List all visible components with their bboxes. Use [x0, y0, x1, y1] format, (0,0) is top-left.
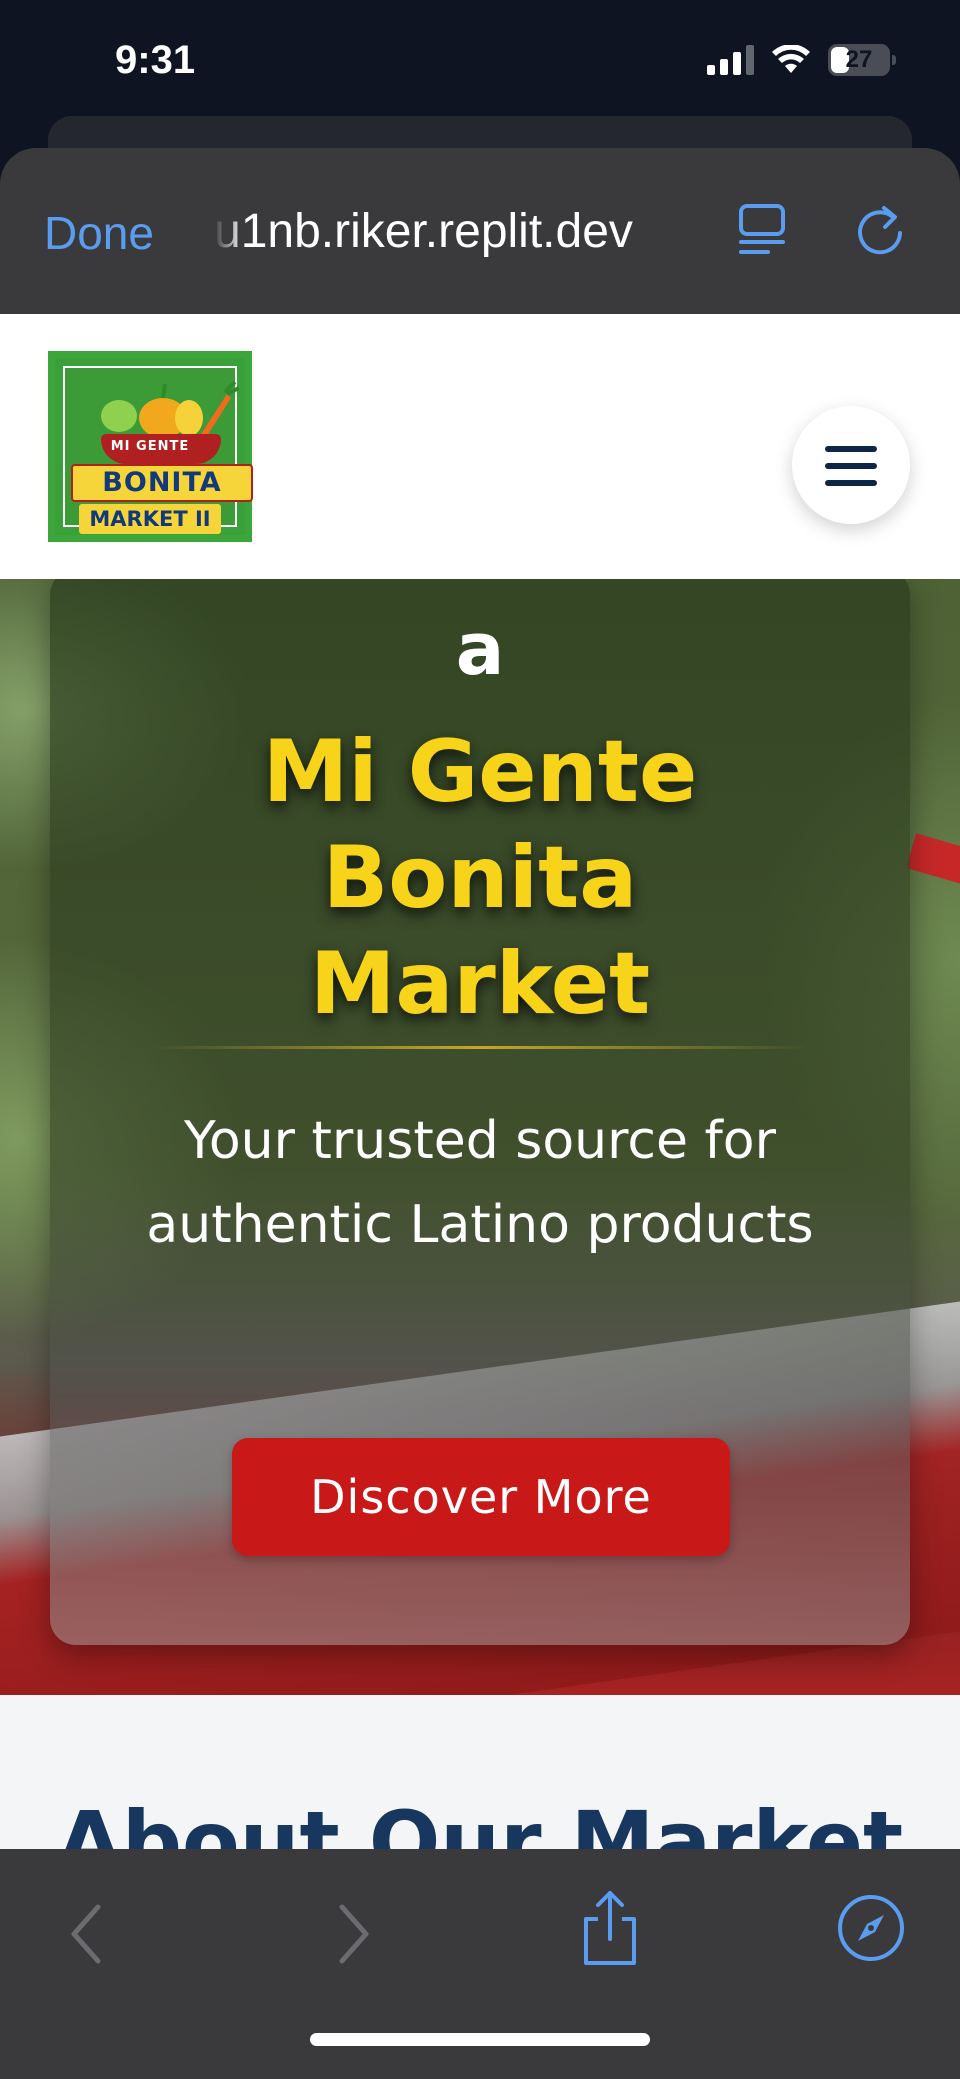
signal-icon — [707, 45, 754, 75]
site-logo[interactable]: MI GENTE BONITA MARKET II — [48, 351, 253, 542]
logo-market: MARKET II — [79, 504, 221, 534]
forward-icon[interactable] — [328, 1899, 378, 1969]
discover-more-button[interactable]: Discover More — [232, 1438, 730, 1556]
vegetables-icon — [101, 380, 239, 438]
reload-icon[interactable] — [854, 200, 908, 260]
done-button[interactable]: Done — [44, 206, 154, 260]
logo-bonita: BONITA — [102, 467, 222, 498]
reader-icon[interactable] — [738, 200, 788, 260]
about-heading: About Our Market — [56, 1793, 904, 1849]
browser-bottom-toolbar — [0, 1849, 960, 2079]
wifi-icon — [772, 45, 810, 73]
battery-icon: 27 — [828, 44, 896, 76]
status-time: 9:31 — [115, 38, 196, 82]
logo-mi-gente: MI GENTE — [110, 439, 190, 454]
browser-toolbar: Done u1nb.riker.replit.dev — [0, 148, 960, 314]
hero-overline: a — [455, 607, 505, 691]
back-icon[interactable] — [62, 1899, 112, 1969]
hamburger-icon — [825, 446, 877, 486]
url-field[interactable]: u1nb.riker.replit.dev — [214, 204, 694, 259]
status-icons: 27 — [707, 44, 896, 76]
url-fade — [214, 204, 244, 264]
status-bar: 9:31 27 — [0, 0, 960, 120]
menu-button[interactable] — [792, 406, 910, 524]
about-section: About Our Market — [0, 1695, 960, 1849]
home-indicator[interactable] — [310, 2033, 650, 2046]
compass-icon[interactable] — [836, 1893, 906, 1963]
hero-title: Mi Gente Bonita Market — [262, 722, 698, 1034]
hero-subtitle: Your trusted source for authentic Latino… — [146, 1111, 814, 1255]
battery-level: 27 — [845, 46, 873, 73]
hero-card: a Mi Gente Bonita Market Your trusted so… — [50, 579, 910, 1645]
share-icon[interactable] — [578, 1889, 642, 1969]
site-header: MI GENTE BONITA MARKET II — [0, 314, 960, 579]
hero-section: a Mi Gente Bonita Market Your trusted so… — [0, 579, 960, 1695]
hero-divider — [150, 1046, 810, 1049]
